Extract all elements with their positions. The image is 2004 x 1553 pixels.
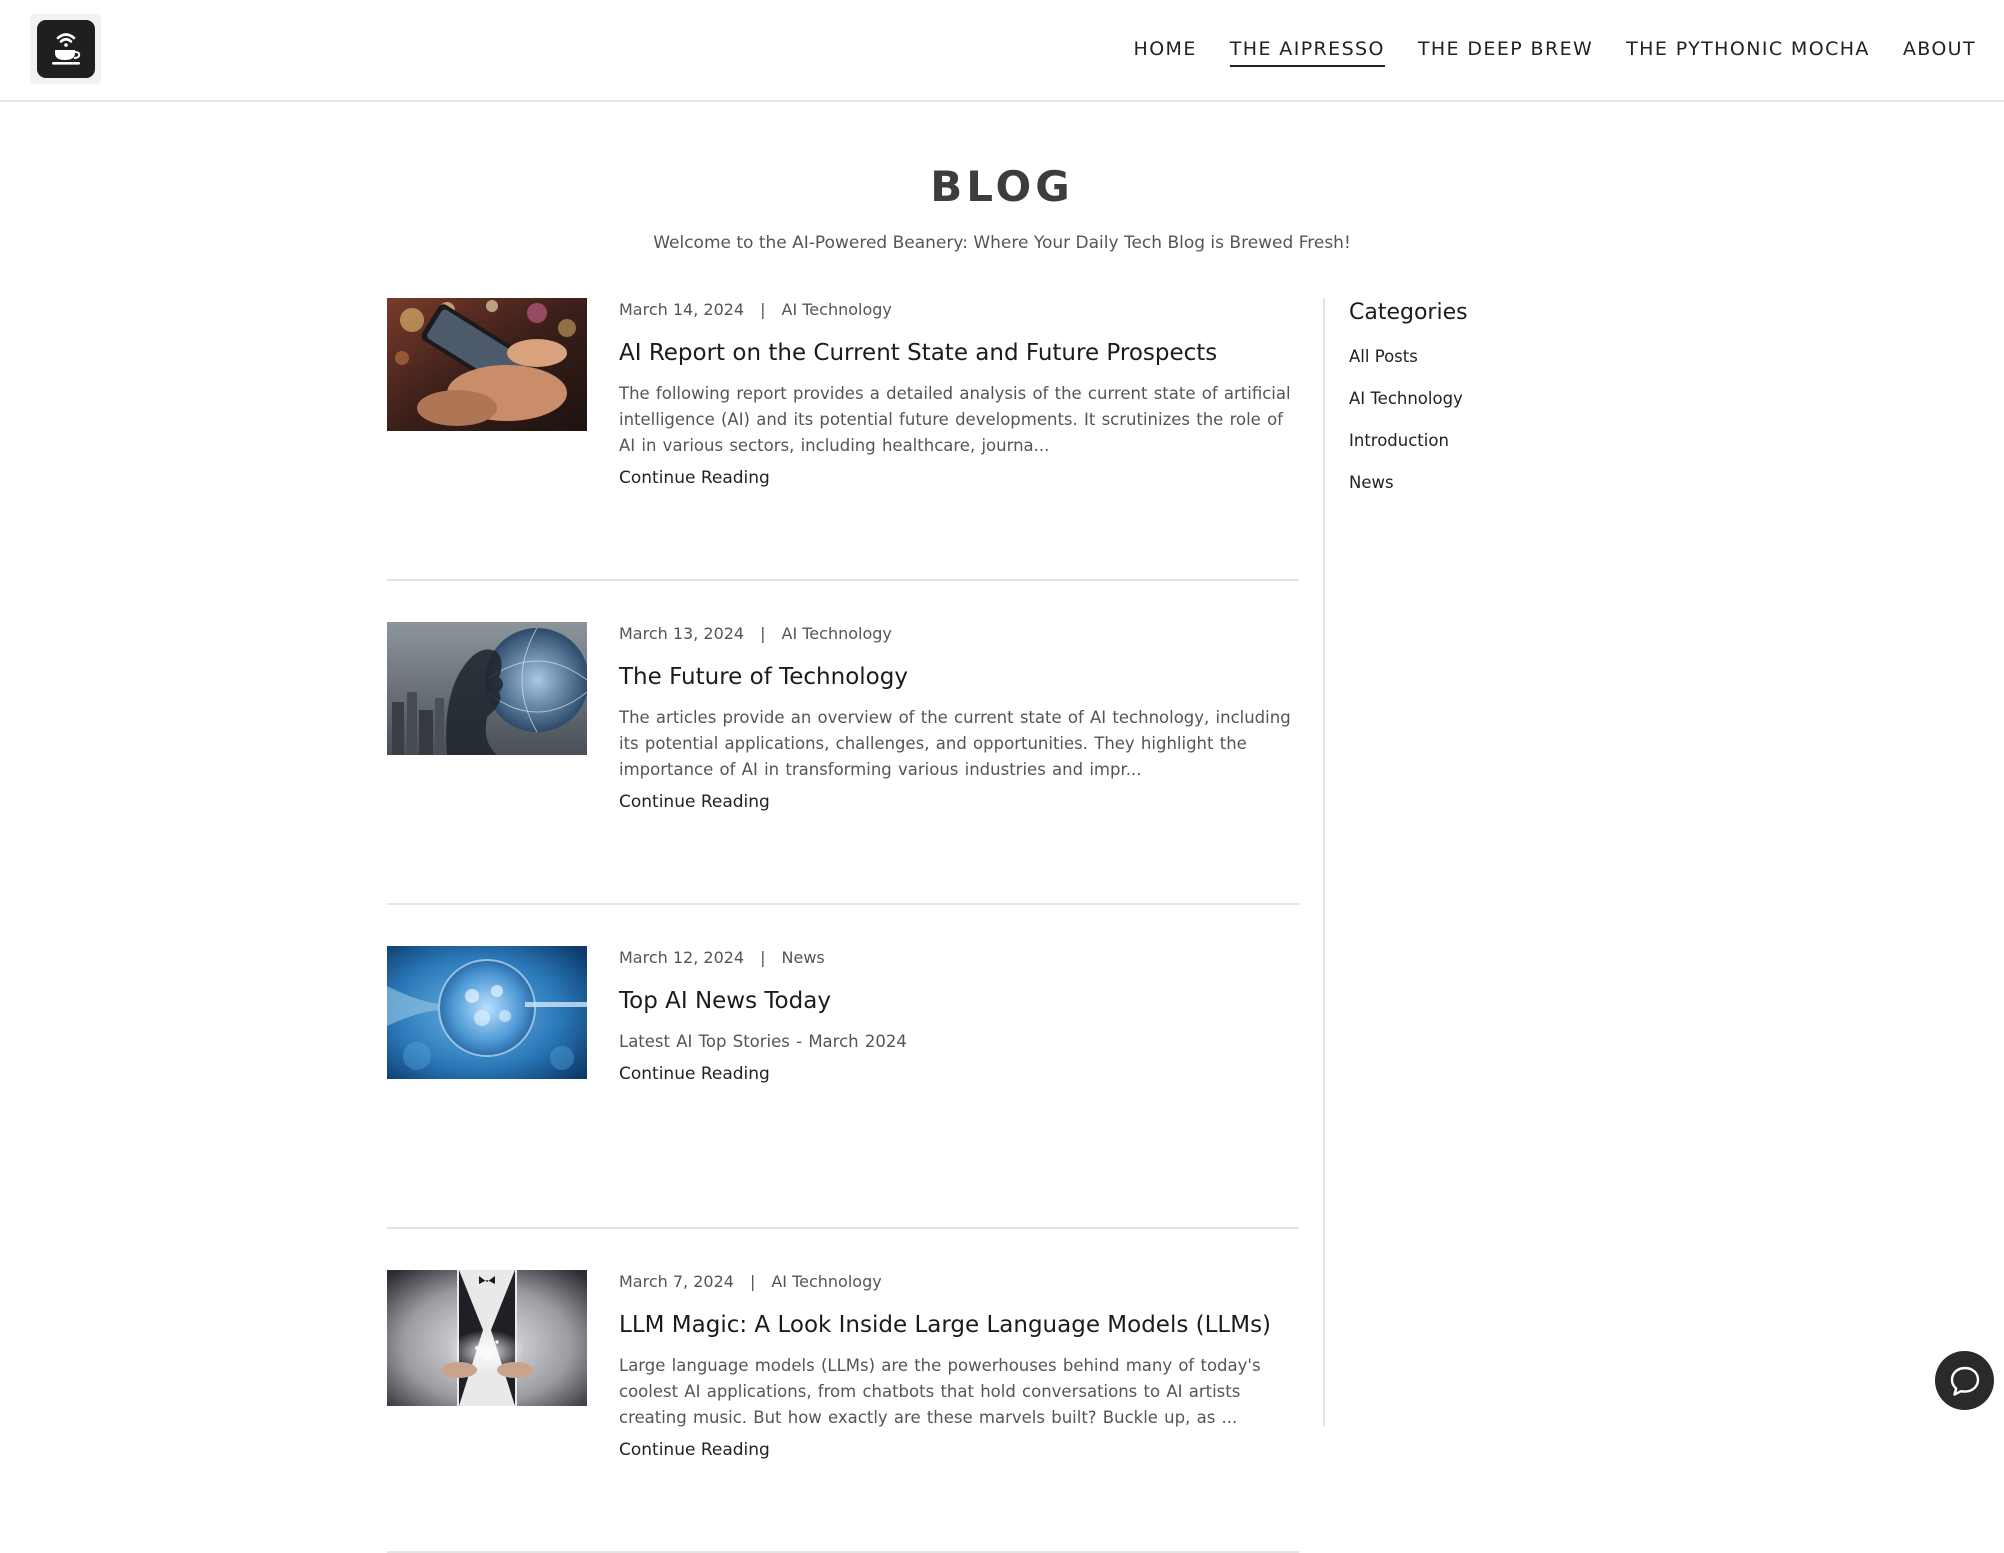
post-category-link[interactable]: AI Technology <box>771 1272 881 1291</box>
meta-separator: | <box>760 948 766 967</box>
post-item: March 14, 2024 | AI Technology AI Report o… <box>387 298 1299 581</box>
continue-reading-link[interactable]: Continue Reading <box>619 468 770 488</box>
post-item: March 13, 2024 | AI Technology The Future … <box>387 622 1299 905</box>
post-excerpt: Latest AI Top Stories - March 2024 <box>619 1032 907 1051</box>
category-link-all-posts[interactable]: All Posts <box>1349 347 1649 369</box>
nav-the-pythonic-mocha[interactable]: THE PYTHONIC MOCHA <box>1626 38 1870 67</box>
continue-reading-link[interactable]: Continue Reading <box>619 792 770 812</box>
post-meta: March 13, 2024 | AI Technology <box>619 624 1299 648</box>
categories-heading: Categories <box>1349 300 1468 325</box>
continue-reading-link[interactable]: Continue Reading <box>619 1064 770 1084</box>
continue-reading-link[interactable]: Continue Reading <box>619 1440 770 1460</box>
sidebar-divider <box>1323 298 1325 1426</box>
post-title-link[interactable]: LLM Magic: A Look Inside Large Language … <box>619 1310 1299 1340</box>
chat-bubble-icon <box>1950 1366 1979 1396</box>
post-excerpt: The following report provides a detailed… <box>619 384 1291 455</box>
post-title-link[interactable]: The Future of Technology <box>619 662 1299 692</box>
meta-separator: | <box>760 624 766 643</box>
post-date: March 12, 2024 <box>619 948 745 967</box>
nav-about[interactable]: ABOUT <box>1903 38 1976 67</box>
nav-home[interactable]: HOME <box>1134 38 1197 67</box>
post-category-link[interactable]: AI Technology <box>782 300 892 319</box>
post-date: March 13, 2024 <box>619 624 745 643</box>
meta-separator: | <box>760 300 766 319</box>
post-date: March 14, 2024 <box>619 300 745 319</box>
page-subtitle: Welcome to the AI-Powered Beanery: Where… <box>653 233 1351 253</box>
meta-separator: | <box>749 1272 756 1291</box>
post-category-link[interactable]: AI Technology <box>782 624 892 643</box>
post-body: March 12, 2024 | News Top AI News Today La… <box>619 946 1299 1084</box>
nav-the-aipresso[interactable]: THE AIPRESSO <box>1229 38 1385 67</box>
post-list: March 14, 2024 | AI Technology AI Report o… <box>387 298 1299 1553</box>
post-date: March 7, 2024 <box>619 1272 734 1291</box>
post-item: March 7, 2024 | AI Technology LLM Magic: A… <box>387 1270 1299 1553</box>
page-title: BLOG <box>930 162 1074 211</box>
post-title-link[interactable]: AI Report on the Current State and Futur… <box>619 338 1299 368</box>
main-nav: HOME THE AIPRESSO THE DEEP BREW THE PYTH… <box>1134 38 1976 67</box>
post-meta: March 14, 2024 | AI Technology <box>619 300 1299 324</box>
nav-the-deep-brew[interactable]: THE DEEP BREW <box>1418 38 1593 67</box>
post-thumbnail-globe[interactable] <box>387 622 587 755</box>
post-body: March 14, 2024 | AI Technology AI Report o… <box>619 298 1299 488</box>
post-thumbnail-smartphone[interactable] <box>387 298 587 431</box>
post-body: March 13, 2024 | AI Technology The Future … <box>619 622 1299 812</box>
category-link-ai-technology[interactable]: AI Technology <box>1349 389 1649 411</box>
post-thumbnail-magician[interactable] <box>387 1270 587 1406</box>
category-link-news[interactable]: News <box>1349 473 1649 495</box>
post-excerpt: The articles provide an overview of the … <box>619 708 1291 779</box>
post-body: March 7, 2024 | AI Technology LLM Magic: A… <box>619 1270 1299 1460</box>
post-category-link[interactable]: News <box>782 948 825 967</box>
category-link-introduction[interactable]: Introduction <box>1349 431 1649 453</box>
post-thumbnail-cell[interactable] <box>387 946 587 1079</box>
post-title-link[interactable]: Top AI News Today <box>619 986 1299 1016</box>
post-meta: March 12, 2024 | News <box>619 948 1299 972</box>
post-meta: March 7, 2024 | AI Technology <box>619 1272 1299 1296</box>
coffee-cup-wifi-icon <box>36 20 95 78</box>
logo-link[interactable] <box>30 14 101 84</box>
site-header: HOME THE AIPRESSO THE DEEP BREW THE PYTH… <box>0 0 2004 102</box>
categories-sidebar: Categories All Posts AI Technology Intro… <box>1349 298 1649 515</box>
post-excerpt: Large language models (LLMs) are the pow… <box>619 1356 1261 1427</box>
post-item: March 12, 2024 | News Top AI News Today La… <box>387 946 1299 1229</box>
chat-button[interactable] <box>1935 1351 1994 1410</box>
